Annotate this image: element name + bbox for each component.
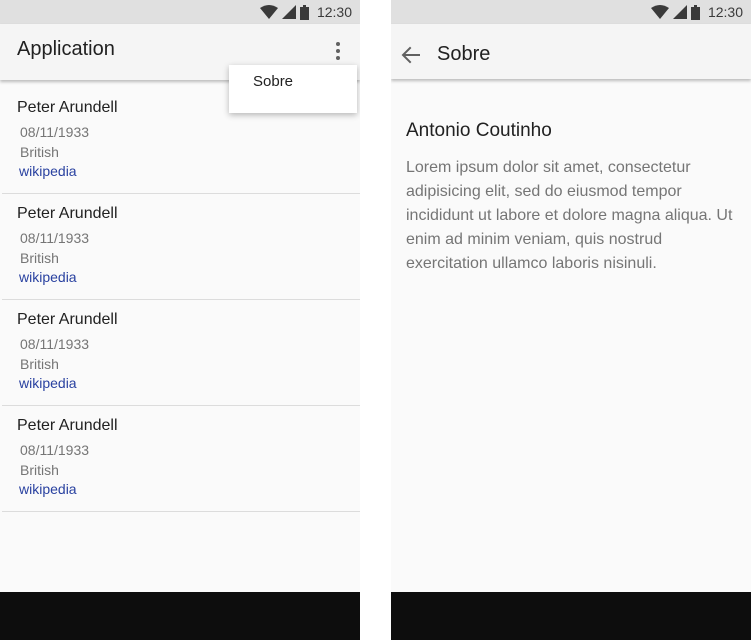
navigation-bar [391, 592, 751, 640]
list-item[interactable]: Peter Arundell 08/11/1933 British wikipe… [2, 300, 360, 406]
status-bar: 12:30 [391, 0, 751, 24]
status-time: 12:30 [316, 4, 352, 20]
overflow-menu: Sobre [229, 65, 357, 113]
list-item[interactable]: Peter Arundell 08/11/1933 British wikipe… [2, 194, 360, 300]
wikipedia-link[interactable]: wikipedia [19, 481, 77, 497]
app-bar: Sobre [391, 24, 751, 79]
person-date: 08/11/1933 [20, 230, 90, 246]
battery-icon [299, 4, 309, 20]
person-name: Peter Arundell [17, 417, 118, 434]
screen-title: Sobre [437, 43, 491, 65]
cell-signal-icon [672, 5, 687, 19]
navigation-bar [0, 592, 360, 640]
about-body: Lorem ipsum dolor sit amet, consectetur … [406, 159, 733, 272]
menu-item-sobre[interactable]: Sobre [253, 73, 293, 90]
wikipedia-link[interactable]: wikipedia [19, 163, 77, 179]
status-time: 12:30 [707, 4, 743, 20]
status-bar: 12:30 [0, 0, 360, 24]
person-nationality: British [20, 462, 59, 478]
person-nationality: British [20, 250, 59, 266]
about-heading: Antonio Coutinho [406, 120, 552, 141]
cell-signal-icon [281, 5, 296, 19]
arrow-back-icon[interactable] [401, 45, 421, 65]
person-name: Peter Arundell [17, 99, 118, 116]
person-nationality: British [20, 144, 59, 160]
person-nationality: British [20, 356, 59, 372]
wifi-icon [650, 5, 669, 19]
wikipedia-link[interactable]: wikipedia [19, 375, 77, 391]
about-screen: 12:30 Sobre Antonio Coutinho Lorem ipsum… [391, 0, 751, 640]
about-content: Antonio Coutinho Lorem ipsum dolor sit a… [406, 120, 741, 276]
battery-icon [690, 4, 700, 20]
person-name: Peter Arundell [17, 311, 118, 328]
person-name: Peter Arundell [17, 205, 118, 222]
person-list: Peter Arundell 08/11/1933 British wikipe… [0, 88, 360, 512]
main-screen: 12:30 Application Sobre Peter Arundell 0… [0, 0, 360, 640]
wikipedia-link[interactable]: wikipedia [19, 269, 77, 285]
wifi-icon [259, 5, 278, 19]
person-date: 08/11/1933 [20, 336, 90, 352]
app-title: Application [17, 38, 115, 60]
person-date: 08/11/1933 [20, 124, 90, 140]
person-date: 08/11/1933 [20, 442, 90, 458]
more-vert-icon[interactable] [330, 41, 346, 61]
list-item[interactable]: Peter Arundell 08/11/1933 British wikipe… [2, 406, 360, 512]
